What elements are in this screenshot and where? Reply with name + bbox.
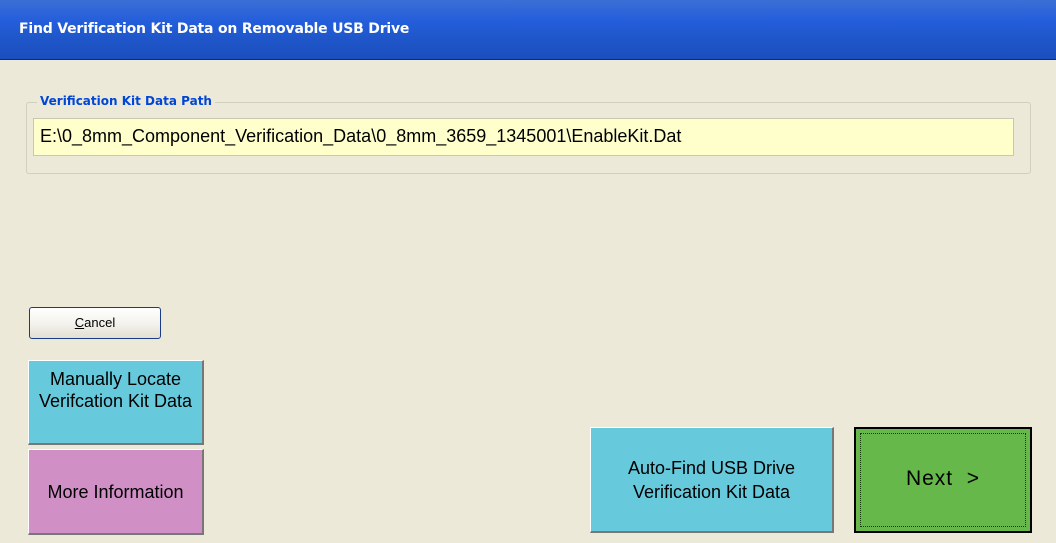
data-path-groupbox: Verification Kit Data Path E:\0_8mm_Comp…	[26, 94, 1031, 174]
title-bar: Find Verification Kit Data on Removable …	[0, 0, 1056, 60]
data-path-field[interactable]: E:\0_8mm_Component_Verification_Data\0_8…	[33, 118, 1014, 156]
more-information-label: More Information	[47, 482, 184, 502]
cancel-button[interactable]: Cancel	[29, 307, 161, 339]
next-focus-rect	[860, 433, 1026, 527]
window-title: Find Verification Kit Data on Removable …	[19, 21, 410, 37]
more-information-button[interactable]: More Information	[28, 449, 204, 535]
auto-find-label: Auto-Find USB Drive Verification Kit Dat…	[627, 458, 796, 502]
manual-locate-label: Manually Locate Verifcation Kit Data	[38, 369, 193, 411]
auto-find-usb-button[interactable]: Auto-Find USB Drive Verification Kit Dat…	[590, 427, 834, 533]
manual-locate-button[interactable]: Manually Locate Verifcation Kit Data	[28, 360, 204, 445]
cancel-accelerator: C	[74, 315, 85, 330]
next-button[interactable]: Next >	[854, 427, 1032, 533]
cancel-button-label: ancel	[84, 315, 116, 330]
data-path-group-label: Verification Kit Data Path	[37, 94, 215, 108]
